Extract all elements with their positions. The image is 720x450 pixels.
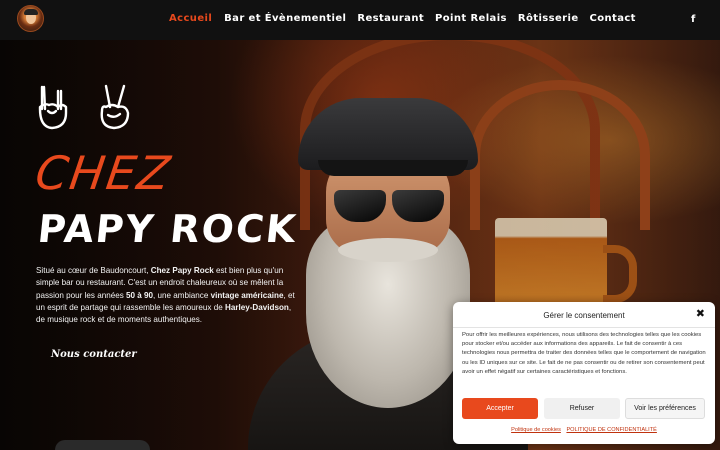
facebook-icon[interactable]: f [691,14,695,25]
intro-part: , une ambiance [153,290,211,300]
refuse-button[interactable]: Refuser [544,398,620,419]
site-header: Accueil Bar et Évènementiel Restaurant P… [0,0,720,40]
consent-links: Politique de cookies POLITIQUE DE CONFID… [453,427,715,433]
biker-cap-brim [318,160,468,176]
cookie-consent-dialog: Gérer le consentement ✖ Pour offrir les … [453,302,715,444]
hand-icons [38,84,130,130]
logo-cap [24,9,38,15]
nav-item-restaurant[interactable]: Restaurant [357,13,424,24]
hero-intro-text: Situé au cœur de Baudoncourt, Chez Papy … [36,265,298,326]
nav-item-point-relais[interactable]: Point Relais [435,13,507,24]
hero-title-line1: CHEZ [32,146,176,200]
rock-hand-icon [38,85,68,130]
nav-item-accueil[interactable]: Accueil [169,13,212,24]
biker-logo-icon[interactable] [17,5,44,32]
peace-hand-icon [100,84,130,130]
cookie-policy-link[interactable]: Politique de cookies [511,427,561,433]
contact-cta-button[interactable]: Nous contacter [51,349,137,360]
accept-button[interactable]: Accepter [462,398,538,419]
view-preferences-button[interactable]: Voir les préférences [625,398,705,419]
close-icon[interactable]: ✖ [696,307,705,320]
main-nav: Accueil Bar et Évènementiel Restaurant P… [169,13,636,24]
nav-item-rotisserie[interactable]: Rôtisserie [518,13,579,24]
divider [453,327,715,328]
intro-bold: Chez Papy Rock [150,266,214,275]
privacy-policy-link[interactable]: POLITIQUE DE CONFIDENTIALITÉ [566,427,656,433]
nav-item-bar-evenementiel[interactable]: Bar et Évènementiel [224,13,346,24]
nav-item-contact[interactable]: Contact [590,13,636,24]
intro-bold: vintage américaine [210,290,284,300]
consent-text: Pour offrir les meilleures expériences, … [462,332,706,375]
biker-mustache [338,238,438,262]
motorcycle-silhouette [55,440,150,450]
page: Accueil Bar et Évènementiel Restaurant P… [0,0,720,450]
consent-title: Gérer le consentement [543,311,625,320]
intro-bold: Harley-Davidson [224,302,289,312]
hero-title-line2: PAPY ROCK [35,207,300,251]
intro-part: Situé au cœur de Baudoncourt, [36,266,151,275]
intro-bold: 50 à 90 [126,290,154,300]
